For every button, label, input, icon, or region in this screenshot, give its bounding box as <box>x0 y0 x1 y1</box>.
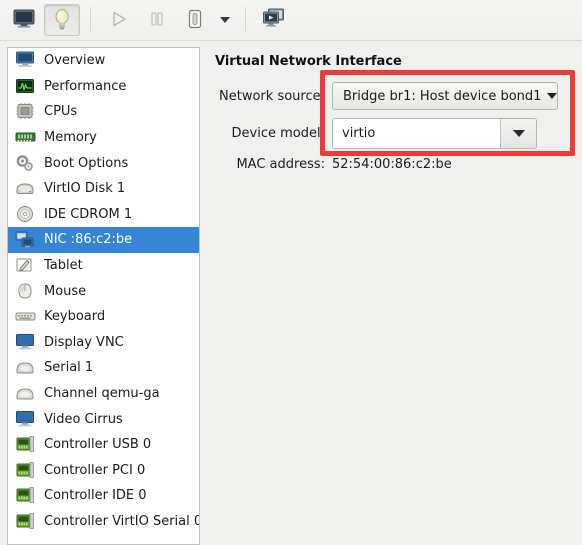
toolbar-separator-2 <box>245 7 246 33</box>
sidebar-item-mouse[interactable]: Mouse <box>8 278 199 304</box>
mac-address-value: 52:54:00:86:c2:be <box>332 157 452 172</box>
network-source-label: Network source: <box>219 88 325 104</box>
sidebar-item-label: Boot Options <box>44 155 129 171</box>
chevron-down-icon <box>512 130 525 137</box>
play-icon <box>110 10 128 31</box>
optical-disc-icon <box>14 204 37 224</box>
pci-card-icon <box>14 460 37 480</box>
sidebar-item-label: IDE CDROM 1 <box>44 206 133 222</box>
sidebar-item-label: Overview <box>44 53 106 69</box>
network-source-row: Network source: Bridge br1: Host device … <box>208 82 558 110</box>
keyboard-icon <box>14 307 37 327</box>
mouse-icon <box>14 281 37 301</box>
sidebar-item-label: Controller VirtIO Serial 0 <box>44 513 200 529</box>
sidebar-item-serial-1[interactable]: Serial 1 <box>8 355 199 381</box>
lightbulb-icon <box>52 8 72 33</box>
sidebar-item-label: Video Cirrus <box>44 411 123 427</box>
sidebar-item-controller-usb-0[interactable]: Controller USB 0 <box>8 432 199 458</box>
sidebar-item-label: VirtIO Disk 1 <box>44 181 126 197</box>
sidebar-item-video-cirrus[interactable]: Video Cirrus <box>8 406 199 432</box>
sidebar-item-label: Mouse <box>44 283 87 299</box>
hardware-list[interactable]: Overview Performance CPUs Memory Boot Option… <box>7 47 200 545</box>
pause-icon <box>149 10 165 31</box>
network-card-icon <box>14 230 37 250</box>
console-view-button[interactable] <box>6 4 42 36</box>
pci-card-icon <box>14 511 37 531</box>
details-view-button[interactable] <box>44 4 80 36</box>
sidebar-item-nic-86-c2-be[interactable]: NIC :86:c2:be <box>8 227 199 253</box>
device-model-combo[interactable]: virtio <box>332 118 537 149</box>
sidebar-item-tablet[interactable]: Tablet <box>8 253 199 279</box>
monitor-icon <box>14 51 37 71</box>
sidebar-item-controller-ide-0[interactable]: Controller IDE 0 <box>8 483 199 509</box>
hard-disk-icon <box>14 179 37 199</box>
sidebar-item-label: Performance <box>44 78 127 94</box>
serial-port-icon <box>14 358 37 378</box>
device-model-dropdown-button[interactable] <box>500 119 536 148</box>
snapshots-button[interactable] <box>256 4 292 36</box>
device-detail-pane: Virtual Network Interface Network source… <box>208 47 582 545</box>
sidebar-item-display-vnc[interactable]: Display VNC <box>8 330 199 356</box>
tablet-pen-icon <box>14 256 37 276</box>
mac-address-row: MAC address: 52:54:00:86:c2:be <box>208 157 452 172</box>
sidebar-item-channel-qemu-ga[interactable]: Channel qemu-ga <box>8 381 199 407</box>
sidebar-item-label: Controller IDE 0 <box>44 488 147 504</box>
device-model-row: Device model: virtio <box>208 118 537 149</box>
sidebar-item-label: Controller USB 0 <box>44 437 152 453</box>
graph-icon <box>14 76 37 96</box>
pci-card-icon <box>14 435 37 455</box>
main-toolbar <box>0 0 582 41</box>
toolbar-separator-1 <box>90 7 91 33</box>
sidebar-item-label: Serial 1 <box>44 360 94 376</box>
device-model-value[interactable]: virtio <box>333 119 500 148</box>
pci-card-icon <box>14 486 37 506</box>
sidebar-item-label: CPUs <box>44 104 78 120</box>
screens-icon <box>262 8 286 32</box>
sidebar-item-label: NIC :86:c2:be <box>44 232 133 248</box>
sidebar-item-label: Controller PCI 0 <box>44 462 146 478</box>
device-model-label: Device model: <box>231 126 325 141</box>
display-icon <box>14 332 37 352</box>
sidebar-item-label: Keyboard <box>44 309 106 325</box>
sidebar-item-overview[interactable]: Overview <box>8 48 199 74</box>
shutdown-menu-button[interactable] <box>214 4 236 36</box>
sidebar-item-controller-virtio-serial-0[interactable]: Controller VirtIO Serial 0 <box>8 509 199 535</box>
sidebar-item-label: Memory <box>44 130 97 146</box>
sidebar-item-memory[interactable]: Memory <box>8 125 199 151</box>
sidebar-item-label: Display VNC <box>44 334 124 350</box>
network-source-combo[interactable]: Bridge br1: Host device bond1 <box>332 82 558 110</box>
sidebar-item-performance[interactable]: Performance <box>8 74 199 100</box>
display-icon <box>14 409 37 429</box>
cpu-chip-icon <box>14 102 37 122</box>
sidebar-item-virtio-disk-1[interactable]: VirtIO Disk 1 <box>8 176 199 202</box>
network-source-value: Bridge br1: Host device bond1 <box>343 88 542 104</box>
page-title: Virtual Network Interface <box>215 54 402 69</box>
sidebar-item-boot-options[interactable]: Boot Options <box>8 150 199 176</box>
sidebar-item-controller-pci-0[interactable]: Controller PCI 0 <box>8 458 199 484</box>
monitor-icon <box>13 9 35 31</box>
pause-button[interactable] <box>139 4 175 36</box>
power-icon <box>186 9 204 32</box>
sidebar-item-ide-cdrom-1[interactable]: IDE CDROM 1 <box>8 202 199 228</box>
sidebar-item-keyboard[interactable]: Keyboard <box>8 304 199 330</box>
mac-address-label: MAC address: <box>236 157 325 172</box>
sidebar-item-cpus[interactable]: CPUs <box>8 99 199 125</box>
run-button[interactable] <box>101 4 137 36</box>
sidebar-item-label: Channel qemu-ga <box>44 386 160 402</box>
chevron-down-icon <box>547 93 558 99</box>
sidebar-item-label: Tablet <box>44 258 83 274</box>
serial-port-icon <box>14 384 37 404</box>
memory-stick-icon <box>14 128 37 148</box>
shutdown-button[interactable] <box>177 4 213 36</box>
chevron-down-icon <box>220 17 230 23</box>
gears-icon <box>14 153 37 173</box>
